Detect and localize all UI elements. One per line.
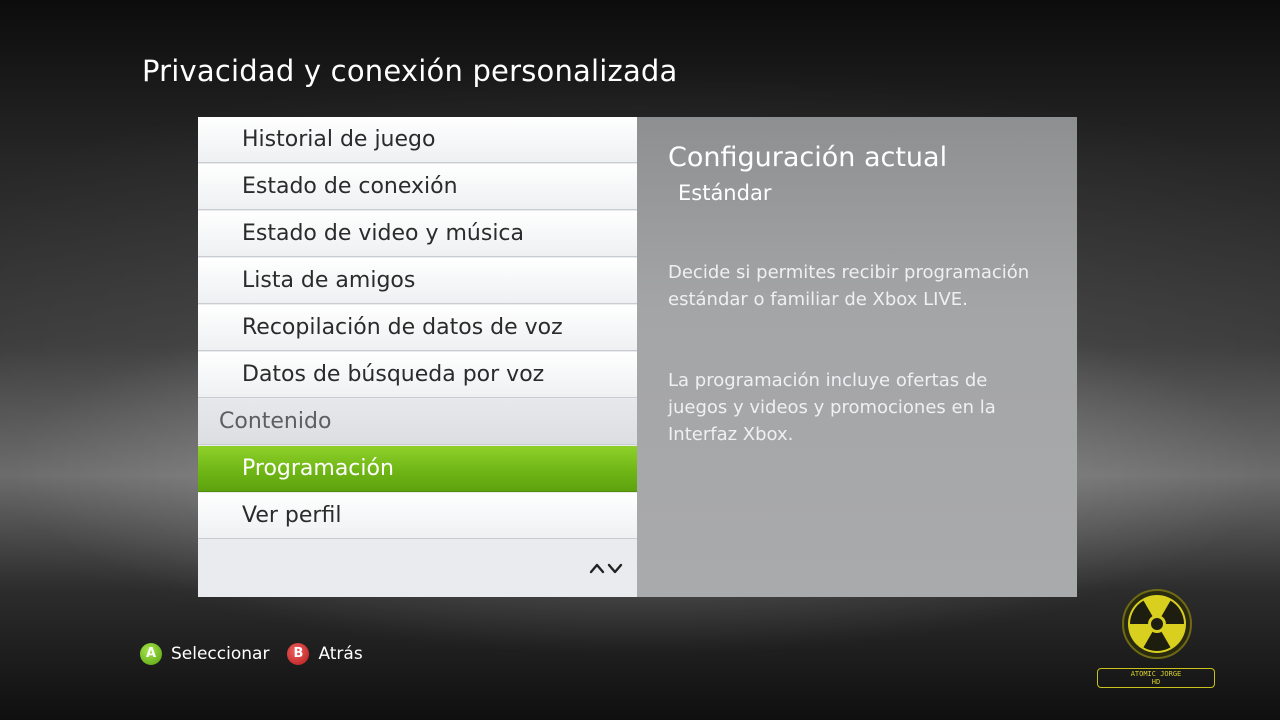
menu-item-lista-amigos[interactable]: Lista de amigos (198, 258, 637, 304)
back-hint-label: Atrás (318, 644, 363, 664)
chevron-up-down-icon (589, 563, 623, 574)
menu-item-estado-video-musica[interactable]: Estado de video y música (198, 211, 637, 257)
watermark-name: ATOMIC JORGE (1130, 670, 1182, 678)
watermark-suffix: HD (1151, 678, 1161, 686)
page-title: Privacidad y conexión personalizada (142, 54, 678, 88)
menu-item-busqueda-voz[interactable]: Datos de búsqueda por voz (198, 352, 637, 398)
settings-menu: Historial de juego Estado de conexión Es… (198, 117, 637, 597)
select-hint-label: Seleccionar (171, 644, 270, 664)
menu-item-ver-perfil[interactable]: Ver perfil (198, 493, 637, 539)
info-panel: Configuración actual Estándar Decide si … (637, 117, 1077, 597)
menu-item-historial-juego[interactable]: Historial de juego (198, 117, 637, 163)
menu-item-programacion[interactable]: Programación (198, 446, 637, 492)
menu-item-recopilacion-voz[interactable]: Recopilación de datos de voz (198, 305, 637, 351)
channel-watermark: ATOMIC JORGE HD (1097, 588, 1217, 692)
current-setting-title: Configuración actual (668, 142, 948, 173)
info-description-1: Decide si permites recibir programación … (668, 262, 1030, 310)
radiation-icon (1122, 589, 1192, 659)
current-setting-value: Estándar (678, 181, 772, 205)
watermark-label: ATOMIC JORGE HD (1097, 668, 1215, 688)
a-button-icon[interactable]: A (140, 643, 162, 665)
menu-item-estado-conexion[interactable]: Estado de conexión (198, 164, 637, 210)
b-button-icon[interactable]: B (287, 643, 310, 665)
info-description-2: La programación incluye ofertas de juego… (668, 370, 996, 445)
scroll-arrows-icon[interactable] (589, 561, 623, 579)
menu-section-contenido: Contenido (198, 399, 637, 445)
button-hints: A Seleccionar B Atrás (140, 642, 363, 666)
